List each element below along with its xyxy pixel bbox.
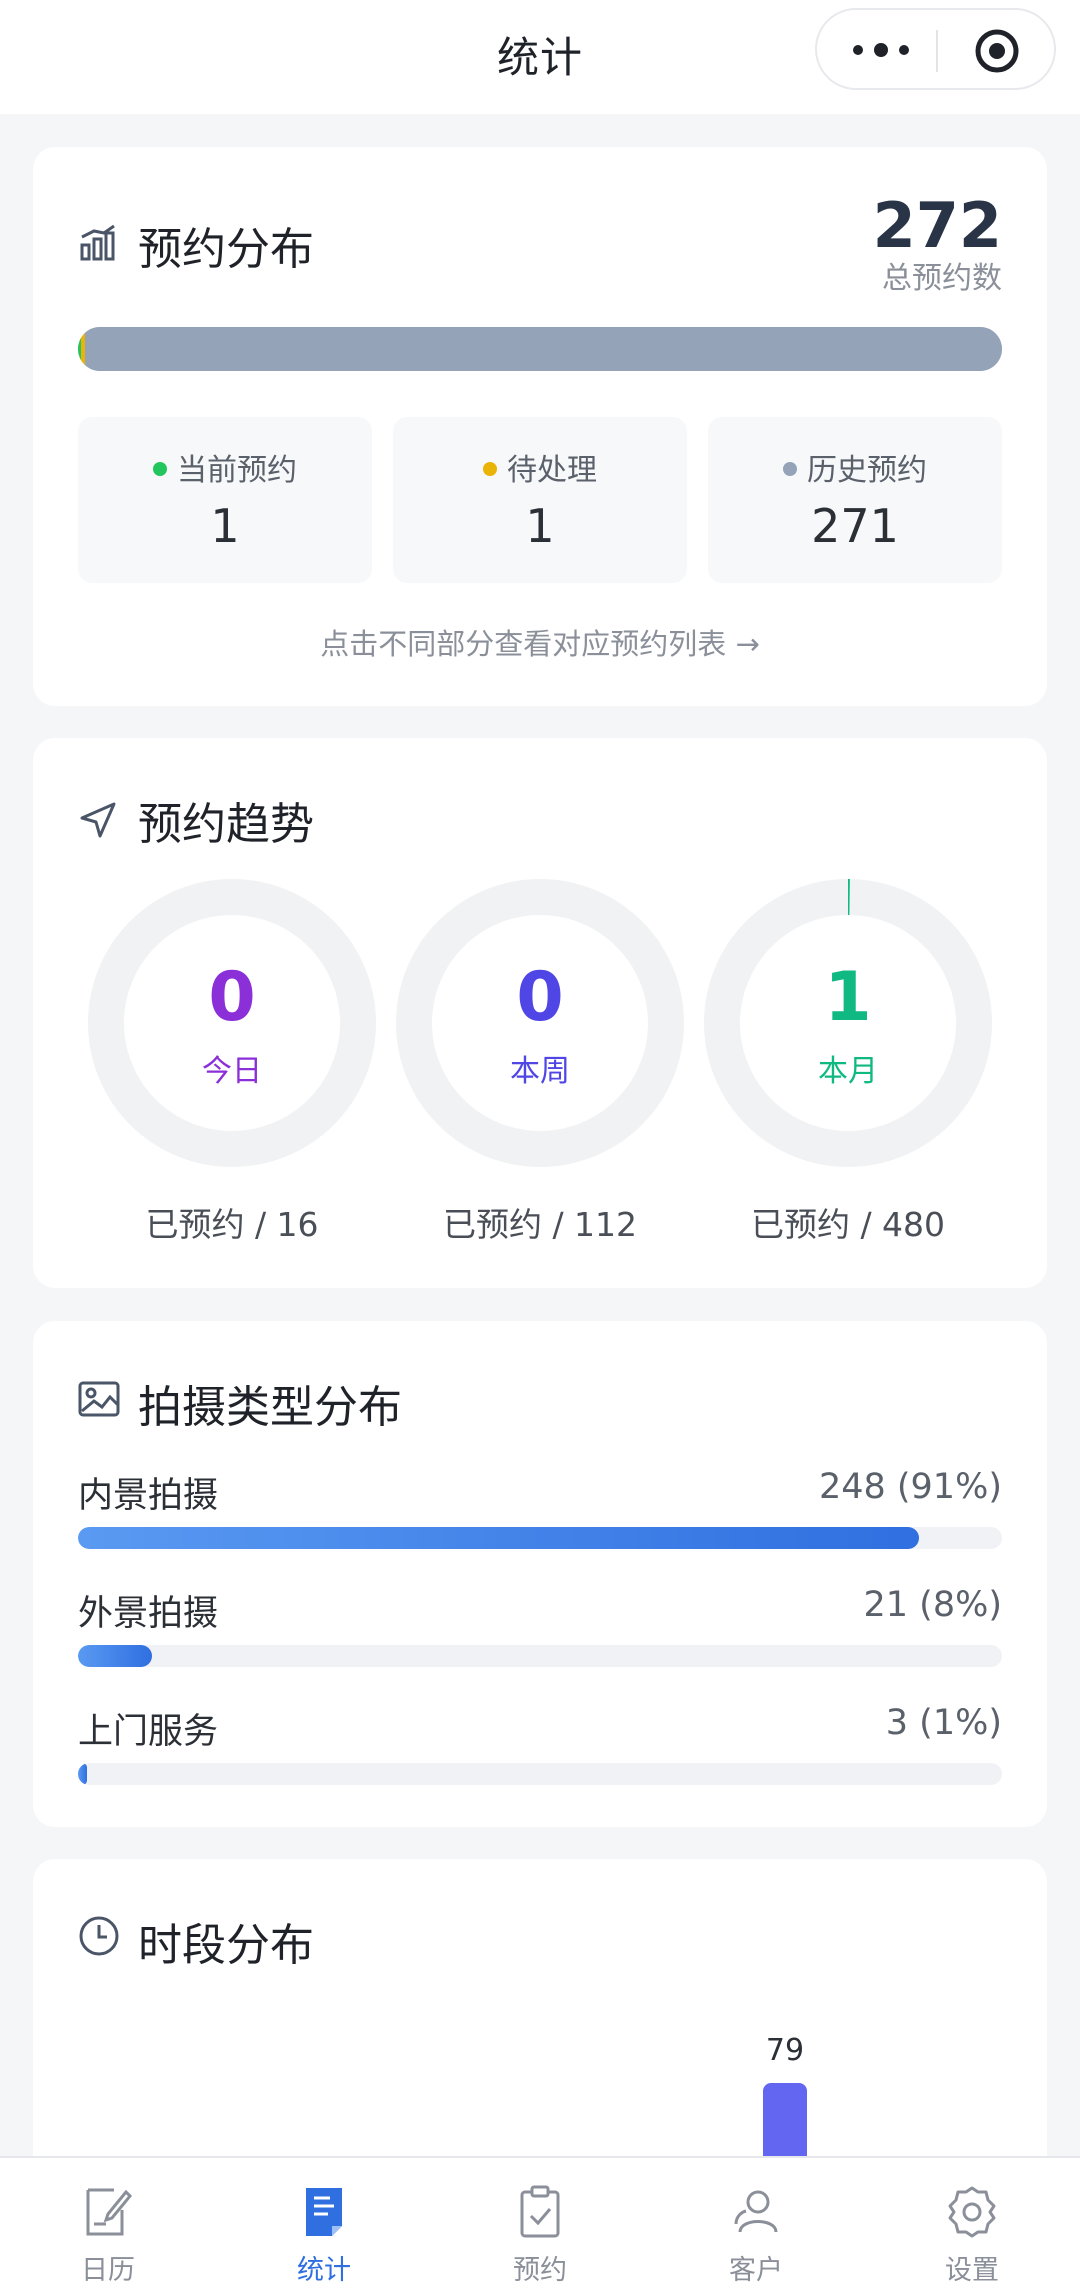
distribution-card: 预约分布 272 总预约数 当前预约 1 待处理 1 历史预约 271 点击不同… bbox=[33, 147, 1047, 706]
distribution-title: 预约分布 bbox=[138, 224, 314, 275]
type-fill bbox=[78, 1527, 919, 1549]
stat-value: 1 bbox=[525, 499, 555, 553]
trend-title: 预约趋势 bbox=[138, 799, 314, 850]
stat-label: 待处理 bbox=[507, 453, 597, 488]
top-bar: 统计 bbox=[0, 0, 1080, 114]
type-fill bbox=[78, 1645, 152, 1667]
type-row-indoor[interactable]: 内景拍摄 248 (91%) bbox=[78, 1467, 1002, 1557]
capsule-divider bbox=[936, 30, 938, 72]
total-label: 总预约数 bbox=[882, 261, 1002, 296]
type-value: 3 (1%) bbox=[885, 1703, 1002, 1743]
close-target-icon[interactable] bbox=[974, 28, 1020, 74]
tab-customers[interactable]: 客户 bbox=[648, 2158, 864, 2295]
distribution-stacked-bar[interactable] bbox=[78, 327, 1002, 371]
ring-today[interactable]: 0 今日 bbox=[87, 878, 377, 1168]
clock-icon bbox=[79, 1916, 119, 1956]
ring-label: 今日 bbox=[202, 1054, 262, 1089]
tab-label: 预约 bbox=[513, 2255, 567, 2286]
tab-appointments[interactable]: 预约 bbox=[432, 2158, 648, 2295]
navigation-arrow-icon bbox=[80, 802, 116, 838]
hour-title: 时段分布 bbox=[138, 1920, 314, 1971]
stat-value: 1 bbox=[210, 499, 240, 553]
type-track bbox=[78, 1527, 1002, 1549]
type-row-outdoor[interactable]: 外景拍摄 21 (8%) bbox=[78, 1585, 1002, 1675]
tab-label: 统计 bbox=[297, 2255, 351, 2286]
status-dot bbox=[483, 462, 497, 476]
tab-label: 客户 bbox=[729, 2255, 783, 2286]
ring-footer: 已预约 / 480 bbox=[750, 1205, 946, 1244]
tab-label: 设置 bbox=[945, 2255, 999, 2286]
calendar-edit-icon bbox=[86, 2188, 133, 2236]
type-track bbox=[78, 1645, 1002, 1667]
type-name: 外景拍摄 bbox=[78, 1594, 219, 1634]
ring-footer: 已预约 / 112 bbox=[442, 1205, 638, 1244]
stat-current[interactable]: 当前预约 1 bbox=[78, 417, 372, 583]
ring-label: 本月 bbox=[818, 1054, 878, 1089]
type-value: 248 (91%) bbox=[818, 1467, 1002, 1507]
status-dot bbox=[783, 462, 797, 476]
distribution-segment[interactable] bbox=[84, 327, 1002, 371]
clipboard-check-icon bbox=[520, 2185, 560, 2238]
type-track bbox=[78, 1763, 1002, 1785]
ring-week[interactable]: 0 本周 bbox=[395, 878, 685, 1168]
bar-chart-icon bbox=[80, 224, 115, 261]
type-title: 拍摄类型分布 bbox=[138, 1382, 402, 1433]
trend-card: 预约趋势 0 今日 0 本周 1 本月 已预约 / 16 已预约 / 112 已… bbox=[33, 738, 1047, 1288]
type-row-home-service[interactable]: 上门服务 3 (1%) bbox=[78, 1703, 1002, 1793]
bottom-tab-bar: 日历 统计 预约 客户 设置 bbox=[0, 2156, 1080, 2295]
total-count: 272 bbox=[872, 189, 1002, 262]
ring-value: 0 bbox=[208, 958, 256, 1037]
stat-label: 当前预约 bbox=[177, 453, 297, 488]
type-fill bbox=[78, 1763, 88, 1785]
more-icon[interactable] bbox=[853, 35, 909, 65]
hour-bar[interactable] bbox=[763, 2083, 807, 2163]
gear-icon bbox=[948, 2186, 996, 2238]
image-icon bbox=[78, 1381, 120, 1417]
ring-footer: 已预约 / 16 bbox=[145, 1205, 319, 1244]
ring-value: 0 bbox=[516, 958, 564, 1037]
ring-label: 本周 bbox=[510, 1054, 570, 1089]
status-dot bbox=[153, 462, 167, 476]
tab-statistics[interactable]: 统计 bbox=[216, 2158, 432, 2295]
ring-month[interactable]: 1 本月 bbox=[703, 878, 993, 1168]
miniprogram-capsule bbox=[815, 8, 1056, 90]
type-name: 上门服务 bbox=[78, 1712, 219, 1752]
distribution-hint: 点击不同部分查看对应预约列表 → bbox=[320, 627, 760, 661]
stats-document-icon bbox=[306, 2188, 342, 2236]
tab-calendar[interactable]: 日历 bbox=[0, 2158, 216, 2295]
stat-value: 271 bbox=[811, 499, 899, 553]
stat-label: 历史预约 bbox=[807, 453, 927, 488]
stat-history[interactable]: 历史预约 271 bbox=[708, 417, 1002, 583]
type-name: 内景拍摄 bbox=[78, 1476, 219, 1516]
tab-label: 日历 bbox=[81, 2255, 135, 2286]
type-distribution-card: 拍摄类型分布 内景拍摄 248 (91%) 外景拍摄 21 (8%) 上门服务 … bbox=[33, 1321, 1047, 1827]
users-icon bbox=[734, 2190, 778, 2233]
type-value: 21 (8%) bbox=[863, 1585, 1003, 1625]
tab-settings[interactable]: 设置 bbox=[864, 2158, 1080, 2295]
ring-value: 1 bbox=[824, 958, 872, 1037]
statistics-page: 统计 预约分布 272 总预约数 当前预约 1 待处理 1 历史预约 271 点… bbox=[0, 0, 1080, 2295]
hour-bar-value: 79 bbox=[765, 2033, 805, 2068]
stat-pending[interactable]: 待处理 1 bbox=[393, 417, 687, 583]
